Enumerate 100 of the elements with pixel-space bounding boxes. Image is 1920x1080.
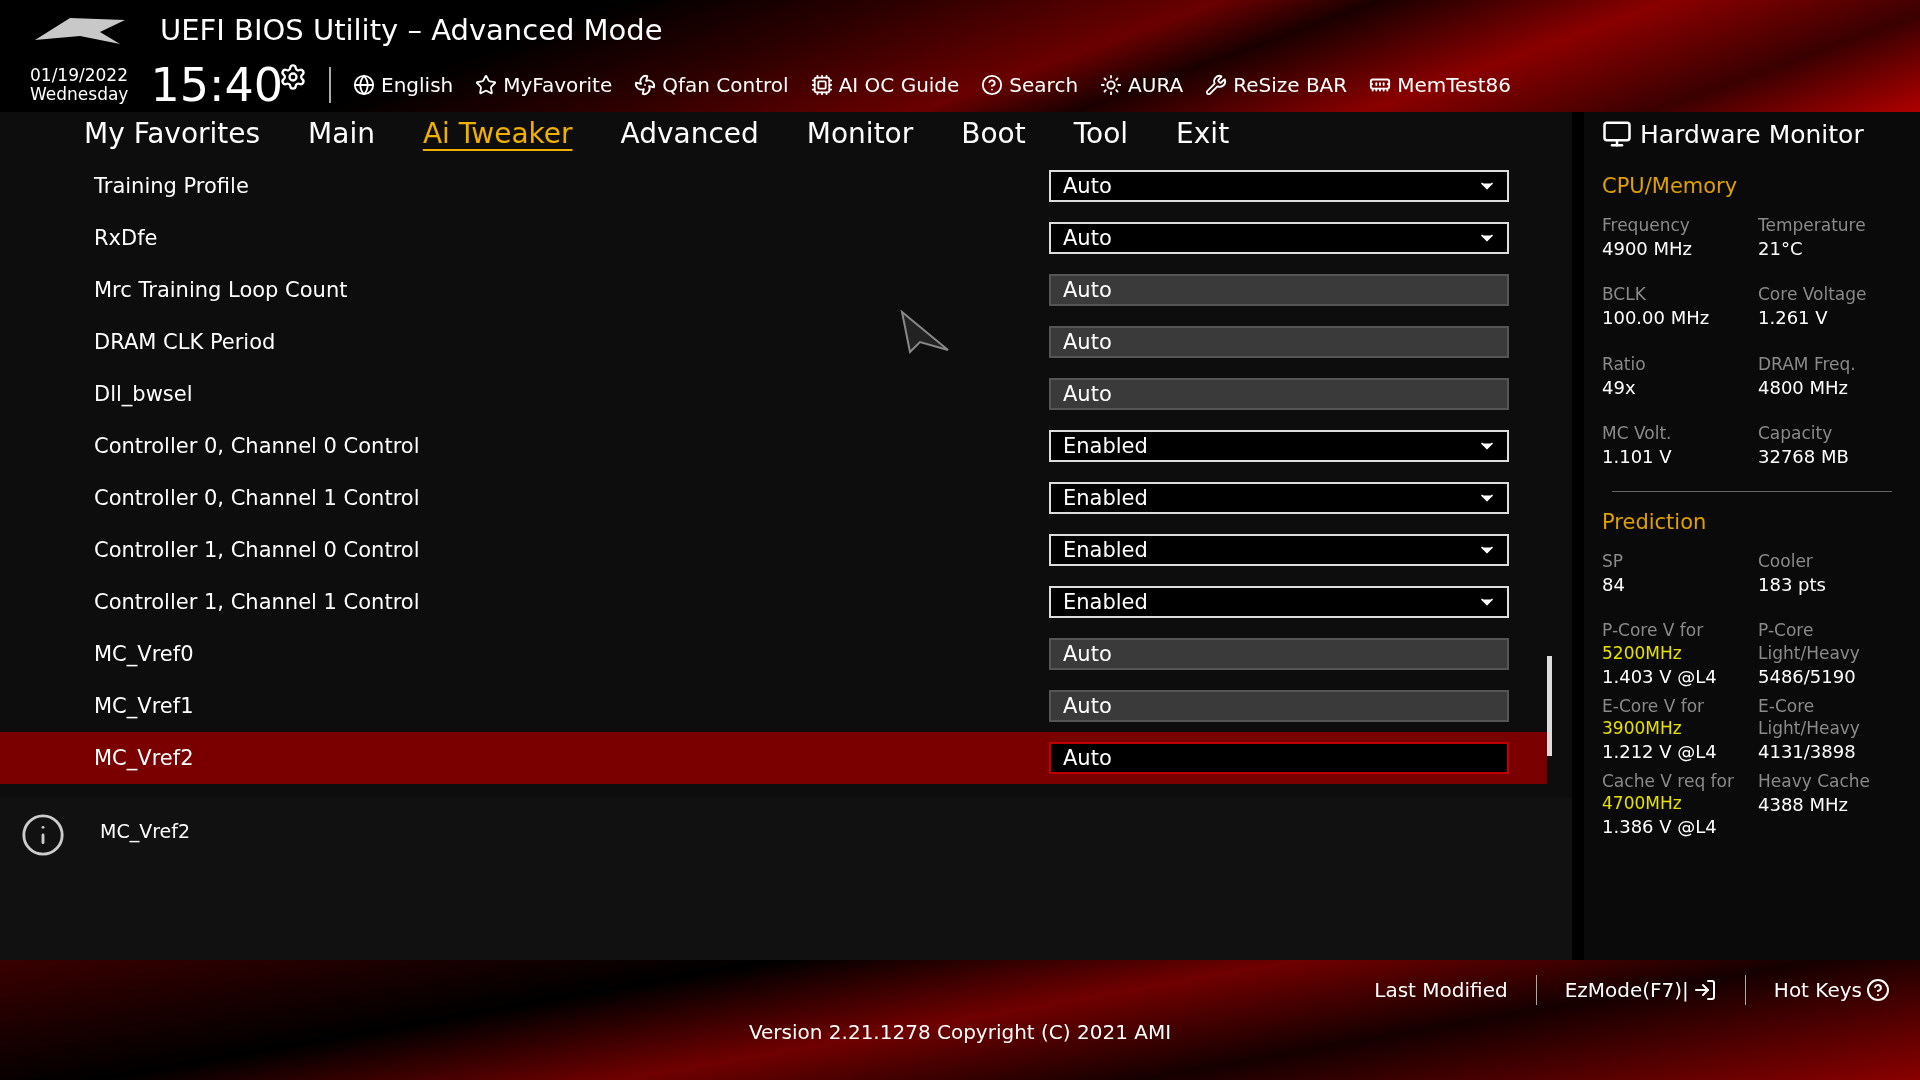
value-field[interactable]: Auto xyxy=(1049,742,1509,775)
chip-icon xyxy=(810,74,833,96)
value-field[interactable]: Auto xyxy=(1049,274,1509,307)
monitor-label: Core Voltage xyxy=(1758,283,1868,306)
menu-tab[interactable]: Advanced xyxy=(596,116,783,150)
setting-row[interactable]: Controller 0, Channel 0 Control Enabled xyxy=(0,420,1547,473)
monitor-label: Temperature xyxy=(1758,214,1867,237)
help-icon xyxy=(1866,978,1890,1002)
menu-tab[interactable]: Monitor xyxy=(782,116,938,150)
dropdown[interactable]: Enabled xyxy=(1049,430,1509,463)
setting-row[interactable]: Training Profile Auto xyxy=(0,160,1547,213)
monitor-value: 4388 MHz xyxy=(1758,793,1850,818)
date-text: 01/19/2022 xyxy=(30,66,129,85)
value-field[interactable]: Auto xyxy=(1049,690,1509,723)
monitor-value: 1.403 V @L4 xyxy=(1602,664,1718,689)
toolbar-button[interactable]: AI OC Guide xyxy=(810,73,960,97)
dropdown[interactable]: Auto xyxy=(1049,170,1509,203)
monitor-value: 1.261 V xyxy=(1758,306,1829,331)
monitor-value: 1.386 V @L4 xyxy=(1602,815,1718,840)
monitor-label: Frequency xyxy=(1602,214,1691,237)
monitor-value: 4900 MHz xyxy=(1602,237,1694,262)
dropdown[interactable]: Enabled xyxy=(1049,482,1509,515)
menu-tab[interactable]: Main xyxy=(284,116,399,150)
monitor-icon xyxy=(1602,119,1632,149)
footer-button[interactable]: EzMode(F7)| xyxy=(1564,978,1717,1002)
fan-icon xyxy=(634,74,657,96)
setting-row[interactable]: Controller 1, Channel 1 Control Enabled xyxy=(0,576,1547,629)
setting-label: Training Profile xyxy=(94,174,249,199)
setting-label: RxDfe xyxy=(94,226,158,251)
toolbar-button[interactable]: Search xyxy=(981,73,1079,97)
monitor-value: 4131/3898 xyxy=(1758,739,1857,764)
wrench-icon xyxy=(1205,74,1228,96)
setting-row[interactable]: Controller 0, Channel 1 Control Enabled xyxy=(0,472,1547,525)
dropdown[interactable]: Enabled xyxy=(1049,534,1509,567)
version-text: Version 2.21.1278 Copyright (C) 2021 AMI xyxy=(748,1020,1172,1044)
monitor-label: Cache V req for 4700MHz xyxy=(1602,770,1735,815)
setting-label: MC_Vref2 xyxy=(94,746,194,771)
monitor-label: E-Core Light/Heavy xyxy=(1758,694,1861,739)
window-title: UEFI BIOS Utility – Advanced Mode xyxy=(160,13,663,47)
monitor-label: Ratio xyxy=(1602,352,1647,375)
toolbar-button[interactable]: Qfan Control xyxy=(634,73,789,97)
menu-tab[interactable]: My Favorites xyxy=(60,116,285,150)
setting-row[interactable]: Dll_bwsel Auto xyxy=(0,368,1547,421)
section-title: CPU/Memory xyxy=(1602,174,1739,198)
monitor-value: 49x xyxy=(1602,375,1637,400)
help-text: MC_Vref2 xyxy=(100,819,191,845)
monitor-value: 32768 MB xyxy=(1758,444,1850,469)
dropdown[interactable]: Auto xyxy=(1049,222,1509,255)
monitor-label: P-Core Light/Heavy xyxy=(1758,619,1861,664)
setting-row[interactable]: Controller 1, Channel 0 Control Enabled xyxy=(0,524,1547,577)
setting-label: Controller 0, Channel 1 Control xyxy=(94,486,420,511)
monitor-label: P-Core V for 5200MHz xyxy=(1602,619,1705,664)
setting-label: MC_Vref0 xyxy=(94,642,194,667)
setting-label: DRAM CLK Period xyxy=(94,330,276,355)
monitor-value: 183 pts xyxy=(1758,573,1827,598)
monitor-value: 1.101 V xyxy=(1602,444,1673,469)
settings-icon[interactable] xyxy=(279,63,307,91)
clock-time: 15:40 xyxy=(150,58,283,112)
toolbar-button[interactable]: AURA xyxy=(1100,73,1184,97)
setting-label: Controller 1, Channel 0 Control xyxy=(94,538,420,563)
info-icon xyxy=(20,812,66,859)
dropdown[interactable]: Enabled xyxy=(1049,586,1509,619)
toolbar-button[interactable]: MemTest86 xyxy=(1369,73,1512,97)
monitor-value: 4800 MHz xyxy=(1758,375,1850,400)
section-title: Prediction xyxy=(1602,510,1708,535)
setting-row[interactable]: MC_Vref1 Auto xyxy=(0,680,1547,733)
value-field[interactable]: Auto xyxy=(1049,378,1509,411)
setting-label: Mrc Training Loop Count xyxy=(94,278,348,303)
toolbar-button[interactable]: MyFavorite xyxy=(475,73,613,97)
footer-button[interactable]: Hot Keys xyxy=(1773,978,1890,1002)
setting-label: Dll_bwsel xyxy=(94,382,193,407)
setting-row[interactable]: Mrc Training Loop Count Auto xyxy=(0,264,1547,317)
toolbar-button[interactable]: ReSize BAR xyxy=(1205,73,1348,97)
setting-row[interactable]: DRAM CLK Period Auto xyxy=(0,316,1547,369)
value-field[interactable]: Auto xyxy=(1049,326,1509,359)
toolbar-button[interactable]: English xyxy=(353,73,454,97)
value-field[interactable]: Auto xyxy=(1049,638,1509,671)
monitor-value: 100.00 MHz xyxy=(1602,306,1711,331)
monitor-label: Heavy Cache xyxy=(1758,770,1872,793)
panel-title: Hardware Monitor xyxy=(1640,119,1864,149)
menu-tab[interactable]: Boot xyxy=(937,116,1050,150)
setting-label: Controller 0, Channel 0 Control xyxy=(94,434,420,459)
selected-row[interactable]: MC_Vref2 Auto xyxy=(0,732,1547,785)
monitor-value: 1.212 V @L4 xyxy=(1602,739,1718,764)
setting-row[interactable]: MC_Vref0 Auto xyxy=(0,628,1547,681)
menu-tab[interactable]: Exit xyxy=(1152,116,1254,150)
scrollbar[interactable] xyxy=(1547,656,1552,757)
footer-button[interactable]: Last Modified xyxy=(1374,978,1508,1002)
exit-icon xyxy=(1692,978,1717,1002)
monitor-label: BCLK xyxy=(1602,283,1647,306)
menu-tab[interactable]: Tool xyxy=(1049,116,1153,150)
monitor-label: MC Volt. xyxy=(1602,421,1673,444)
menu-tab[interactable]: Ai Tweaker xyxy=(398,116,597,150)
day-text: Wednesday xyxy=(30,85,129,104)
mouse-pointer-icon xyxy=(900,310,950,354)
monitor-label: DRAM Freq. xyxy=(1758,352,1857,375)
sun-icon xyxy=(1100,74,1123,96)
globe-icon xyxy=(353,74,375,96)
setting-row[interactable]: RxDfe Auto xyxy=(0,212,1547,265)
setting-label: MC_Vref1 xyxy=(94,694,194,719)
